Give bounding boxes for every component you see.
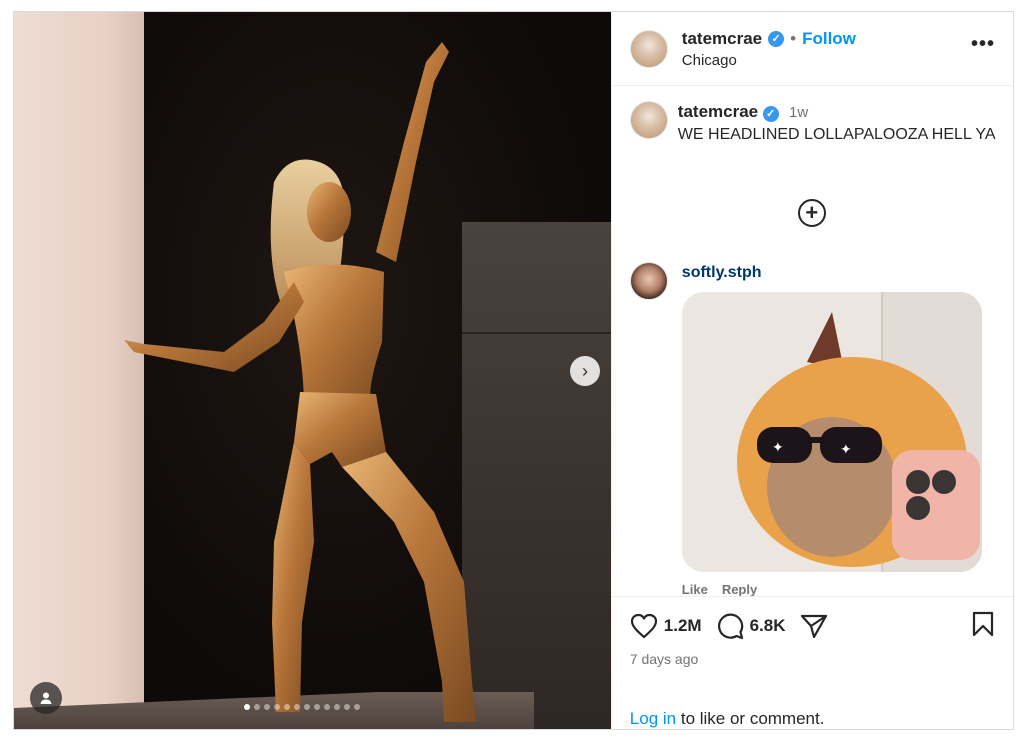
save-button[interactable]	[971, 611, 995, 642]
carousel-dot	[334, 704, 340, 710]
verified-icon: ✓	[762, 106, 779, 122]
separator: •	[790, 28, 797, 48]
post-timestamp[interactable]: 7 days ago	[630, 651, 995, 667]
more-icon[interactable]: •••	[971, 33, 995, 64]
comments-panel[interactable]: tatemcrae ✓ 1w WE HEADLINED LOLLAPALOOZA…	[612, 87, 1013, 597]
comment-reply-button[interactable]: Reply	[722, 582, 757, 597]
comment-like-button[interactable]: Like	[682, 582, 708, 597]
post-location[interactable]: Chicago	[682, 52, 856, 69]
chevron-right-icon: ›	[582, 360, 588, 381]
dog-sticker-illustration: ✦ ✦	[681, 292, 982, 572]
post-container: › tatemcrae ✓ • Follow Chicago ••• tatem…	[13, 11, 1014, 730]
carousel-dot	[324, 704, 330, 710]
carousel-dot	[354, 704, 360, 710]
carousel-dot	[254, 704, 260, 710]
tagged-users-button[interactable]	[30, 682, 62, 714]
carousel-dot	[304, 704, 310, 710]
bookmark-icon	[972, 611, 993, 636]
caption-text: WE HEADLINED LOLLAPALOOZA HELL YA	[677, 126, 996, 143]
carousel-dot	[344, 704, 350, 710]
comment-icon	[717, 613, 743, 640]
caption-time[interactable]: 1w	[789, 104, 808, 121]
post-footer: 1.2M 6.8K 7 days ago Log in to like or c…	[611, 596, 1013, 728]
author-username[interactable]: tatemcrae	[682, 29, 762, 49]
verified-icon: ✓	[768, 30, 785, 47]
carousel-indicator	[244, 704, 360, 710]
author-avatar[interactable]	[629, 29, 668, 68]
comment-button[interactable]: 6.8K	[716, 612, 786, 640]
carousel-dot	[314, 704, 320, 710]
login-prompt: Log in to like or comment.	[630, 709, 825, 729]
svg-text:✦: ✦	[772, 440, 784, 456]
comment-actions: Like Reply	[682, 582, 982, 597]
heart-icon	[630, 613, 657, 639]
caption-avatar[interactable]	[629, 101, 668, 139]
login-prompt-text: to like or comment.	[676, 709, 825, 728]
backdrop-concrete	[462, 222, 611, 729]
comment-username[interactable]: softly.stph	[682, 264, 982, 282]
action-bar: 1.2M 6.8K	[630, 597, 995, 655]
gold-performer-figure	[124, 42, 476, 722]
plus-circle-icon[interactable]: +	[797, 199, 826, 227]
comment-count[interactable]: 6.8K	[750, 616, 786, 636]
post-header: tatemcrae ✓ • Follow Chicago •••	[611, 12, 1013, 86]
carousel-dot	[294, 704, 300, 710]
login-link[interactable]: Log in	[630, 709, 676, 728]
share-button[interactable]	[800, 613, 828, 639]
post-media[interactable]: ›	[14, 12, 611, 729]
user-tag-icon	[40, 692, 52, 704]
share-icon	[800, 614, 827, 639]
load-more-label: +	[805, 200, 819, 225]
carousel-dot	[274, 704, 280, 710]
carousel-dot	[244, 704, 250, 710]
like-button[interactable]: 1.2M	[630, 613, 702, 639]
commenter-avatar[interactable]	[629, 262, 668, 300]
svg-text:✦: ✦	[840, 442, 852, 458]
next-slide-button[interactable]: ›	[570, 356, 600, 386]
post-caption: tatemcrae ✓ 1w WE HEADLINED LOLLAPALOOZA…	[612, 87, 1013, 146]
comment-sticker-image: ✦ ✦	[681, 292, 982, 572]
comment-item: softly.stph ✦ ✦ Like Reply	[629, 262, 982, 597]
caption-username[interactable]: tatemcrae	[678, 102, 758, 121]
carousel-dot	[264, 704, 270, 710]
carousel-dot	[284, 704, 290, 710]
like-count[interactable]: 1.2M	[664, 616, 702, 636]
follow-button[interactable]: Follow	[802, 29, 856, 49]
author-meta: tatemcrae ✓ • Follow Chicago	[682, 29, 856, 69]
post-sidebar: tatemcrae ✓ • Follow Chicago ••• tatemcr…	[610, 12, 1013, 729]
